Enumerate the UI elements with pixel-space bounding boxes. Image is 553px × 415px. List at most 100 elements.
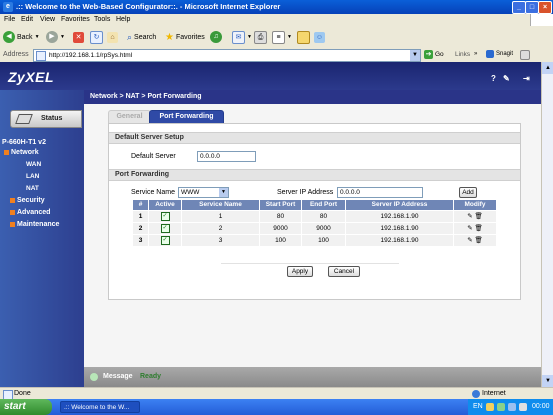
stop-icon: ✕ bbox=[73, 31, 84, 43]
camera-button[interactable] bbox=[520, 50, 530, 60]
start-button[interactable]: start bbox=[0, 399, 52, 415]
chevron-down-icon: ▼ bbox=[60, 34, 65, 40]
active-checkbox-cell: ✓ bbox=[149, 223, 182, 234]
menu-view[interactable]: View bbox=[40, 16, 55, 23]
media-button[interactable]: ♫ bbox=[210, 30, 222, 44]
go-button[interactable]: ➔ Go bbox=[424, 50, 444, 59]
nav-network[interactable]: Network bbox=[4, 149, 39, 156]
minimize-button[interactable]: _ bbox=[512, 1, 526, 14]
edit-icon[interactable]: ✎ bbox=[467, 225, 472, 232]
chevron-down-icon[interactable]: ▼ bbox=[410, 50, 420, 61]
column-header: Service Name bbox=[182, 200, 260, 210]
column-header: Start Port bbox=[260, 200, 302, 210]
nav-wan[interactable]: WAN bbox=[26, 161, 41, 168]
server-ip-label: Server IP Address bbox=[277, 189, 334, 196]
logout-icon[interactable]: ⇥ bbox=[523, 74, 532, 83]
nav-lan[interactable]: LAN bbox=[26, 173, 39, 180]
active-checkbox[interactable]: ✓ bbox=[160, 235, 170, 245]
active-checkbox[interactable]: ✓ bbox=[160, 211, 170, 221]
links-label[interactable]: Links bbox=[455, 51, 470, 58]
browser-toolbar: ◀ Back ▼ ▶ ▼ ✕ ↻ ⌂ ⌕ Search ★ Favorites … bbox=[0, 26, 553, 49]
tab-general[interactable]: General bbox=[108, 110, 151, 124]
start-port-cell: 80 bbox=[260, 211, 302, 222]
mail-button[interactable]: ✉ ▼ bbox=[232, 30, 252, 44]
back-button[interactable]: ◀ Back ▼ bbox=[3, 30, 40, 44]
tray-icon[interactable] bbox=[486, 403, 494, 411]
menu-tools[interactable]: Tools bbox=[94, 16, 110, 23]
nav-maintenance[interactable]: Maintenance bbox=[10, 221, 59, 228]
message-label: Message bbox=[103, 373, 133, 380]
nav-advanced[interactable]: Advanced bbox=[10, 209, 50, 216]
menu-edit[interactable]: Edit bbox=[21, 16, 33, 23]
language-indicator[interactable]: EN bbox=[473, 403, 483, 410]
tray-icon[interactable] bbox=[508, 403, 516, 411]
default-server-input[interactable]: 0.0.0.0 bbox=[197, 151, 256, 162]
chevron-right-icon[interactable]: » bbox=[474, 51, 477, 57]
maximize-button[interactable]: □ bbox=[525, 1, 539, 14]
status-button[interactable]: Status bbox=[10, 110, 82, 128]
home-button[interactable]: ⌂ bbox=[107, 30, 118, 44]
cancel-button[interactable]: Cancel bbox=[328, 266, 360, 277]
tab-port-forwarding[interactable]: Port Forwarding bbox=[149, 110, 224, 124]
left-navigation: Status P-660H-T1 v2 Network WAN LAN NAT … bbox=[0, 90, 84, 387]
close-button[interactable]: × bbox=[538, 1, 552, 14]
nav-security[interactable]: Security bbox=[10, 197, 45, 204]
monitor-icon bbox=[15, 114, 33, 124]
trash-icon[interactable]: 🗑 bbox=[475, 213, 483, 220]
modify-cell: ✎ 🗑 bbox=[454, 211, 497, 222]
edit-icon[interactable]: ✎ bbox=[467, 237, 472, 244]
forward-arrow-icon: ▶ bbox=[46, 31, 58, 43]
clock: 00:00 bbox=[532, 403, 550, 410]
row-number: 2 bbox=[133, 223, 149, 234]
chevron-down-icon: ▼ bbox=[34, 34, 40, 40]
column-header: # bbox=[133, 200, 149, 210]
forward-button[interactable]: ▶ ▼ bbox=[46, 30, 65, 44]
tray-icon[interactable] bbox=[519, 403, 527, 411]
snagit-button[interactable]: Snagit bbox=[486, 50, 513, 58]
trash-icon[interactable]: 🗑 bbox=[475, 237, 483, 244]
menu-file[interactable]: File bbox=[4, 16, 15, 23]
taskbar-window-item[interactable]: .:: Welcome to the W... bbox=[60, 401, 140, 413]
message-bar: Message Ready bbox=[84, 367, 553, 387]
nav-nat[interactable]: NAT bbox=[26, 185, 39, 192]
zone-text: Internet bbox=[482, 390, 506, 397]
expand-icon bbox=[10, 197, 15, 203]
service-name-cell: 3 bbox=[182, 235, 260, 246]
modify-cell: ✎ 🗑 bbox=[454, 223, 497, 234]
help-icon[interactable]: ? bbox=[491, 74, 500, 83]
active-checkbox[interactable]: ✓ bbox=[160, 223, 170, 233]
service-name-select[interactable]: WWW ▼ bbox=[178, 187, 229, 198]
add-button[interactable]: Add bbox=[459, 187, 477, 198]
print-button[interactable]: ⎙ bbox=[254, 30, 267, 44]
vertical-scrollbar[interactable]: ▲ ▼ bbox=[541, 62, 553, 387]
search-button[interactable]: ⌕ Search bbox=[127, 30, 156, 44]
refresh-button[interactable]: ↻ bbox=[90, 30, 103, 44]
trash-icon[interactable]: 🗑 bbox=[475, 225, 483, 232]
row-number: 3 bbox=[133, 235, 149, 246]
stop-button[interactable]: ✕ bbox=[73, 30, 84, 44]
messenger-button[interactable]: ☺ bbox=[314, 30, 325, 44]
wizard-icon[interactable]: ✎ bbox=[503, 74, 512, 83]
address-label: Address bbox=[3, 51, 29, 58]
tray-icon[interactable] bbox=[497, 403, 505, 411]
scroll-up-icon[interactable]: ▲ bbox=[542, 62, 553, 74]
column-header: Server IP Address bbox=[346, 200, 454, 210]
address-input[interactable]: http://192.168.1.1/rpSys.html ▼ bbox=[33, 49, 421, 62]
discuss-button[interactable] bbox=[297, 30, 310, 44]
scroll-down-icon[interactable]: ▼ bbox=[542, 375, 553, 387]
favorites-button[interactable]: ★ Favorites bbox=[165, 30, 205, 44]
apply-button[interactable]: Apply bbox=[287, 266, 313, 277]
search-icon: ⌕ bbox=[127, 31, 133, 42]
menu-help[interactable]: Help bbox=[116, 16, 130, 23]
breadcrumb: Network > NAT > Port Forwarding bbox=[84, 90, 553, 104]
router-header: ZyXEL ? ✎ ⇥ bbox=[0, 62, 553, 90]
edit-button[interactable]: ≡ ▼ bbox=[272, 30, 292, 44]
edit-icon[interactable]: ✎ bbox=[467, 213, 472, 220]
address-bar: Address http://192.168.1.1/rpSys.html ▼ … bbox=[0, 48, 553, 63]
go-arrow-icon: ➔ bbox=[424, 50, 433, 59]
server-ip-input[interactable]: 0.0.0.0 bbox=[337, 187, 423, 198]
status-text: Done bbox=[14, 390, 31, 397]
service-name-cell: 1 bbox=[182, 211, 260, 222]
menu-favorites[interactable]: Favorites bbox=[61, 16, 90, 23]
mail-icon: ✉ bbox=[232, 30, 245, 44]
